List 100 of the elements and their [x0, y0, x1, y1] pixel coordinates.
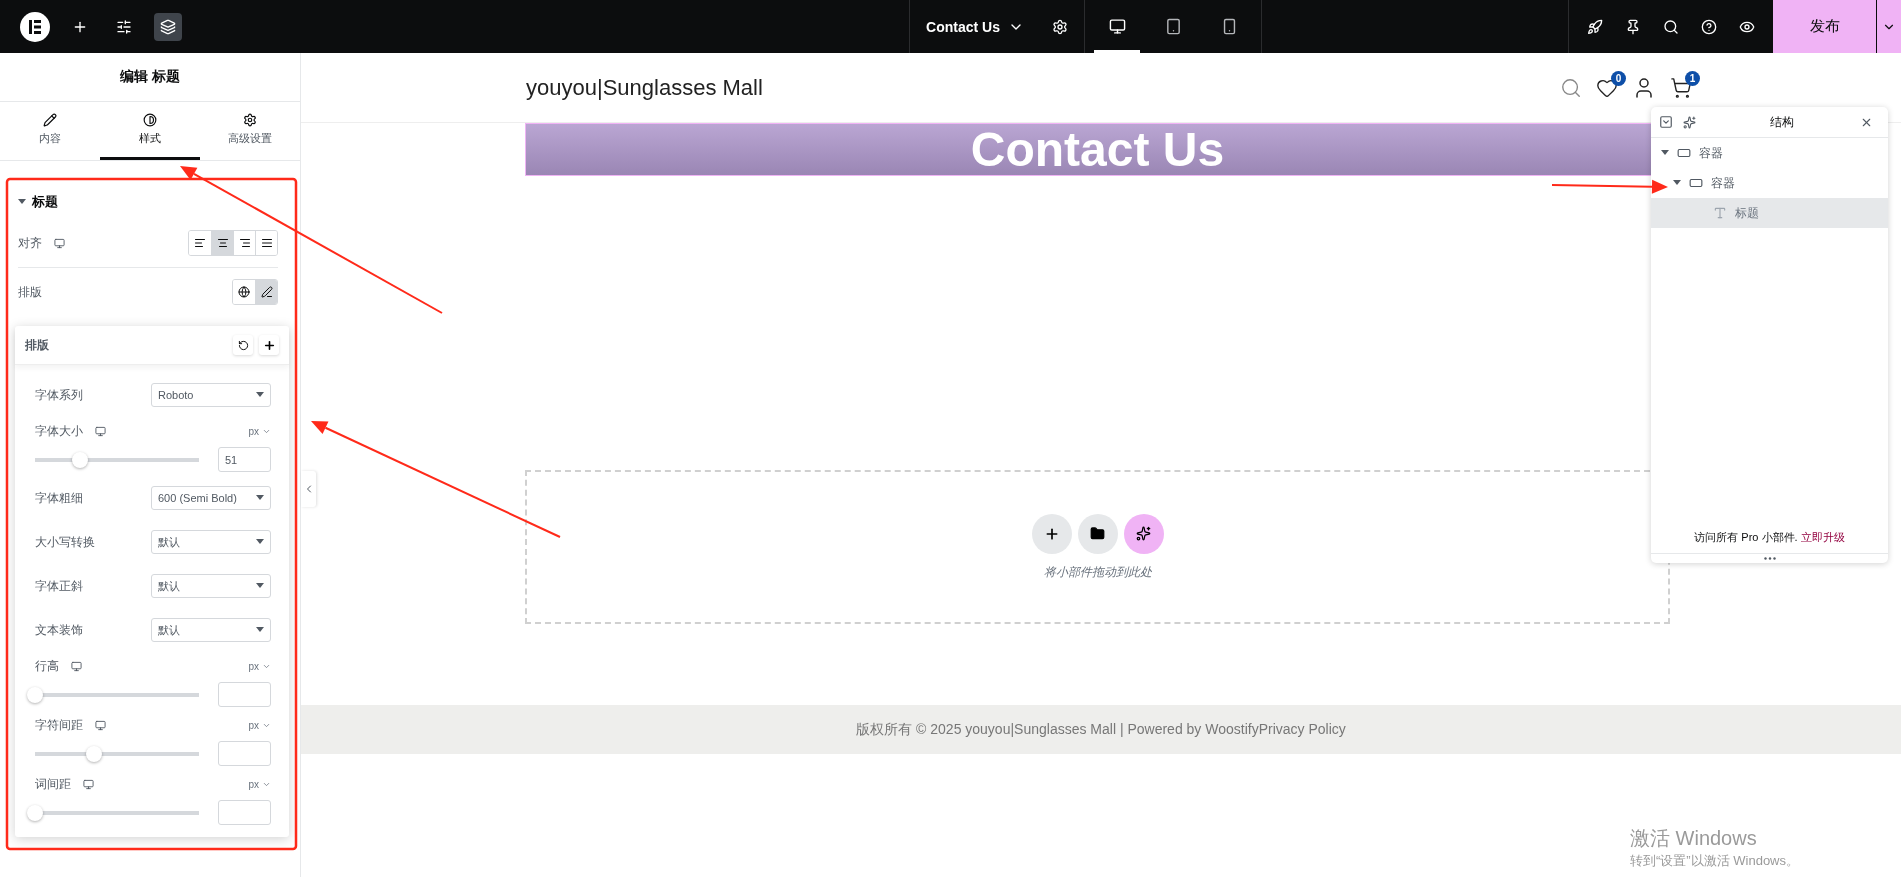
select-field[interactable]: 默认	[151, 618, 271, 642]
unit-selector[interactable]: px	[248, 778, 271, 790]
site-title[interactable]: youyou|Sunglasses Mall	[526, 74, 763, 101]
promo-text: 访问所有 Pro 小部件. 立即升级	[1694, 530, 1845, 545]
container-icon	[1689, 176, 1703, 190]
panel-tab[interactable]: 样式	[100, 102, 200, 160]
tablet-icon	[1164, 18, 1182, 35]
select-field[interactable]: Roboto	[151, 383, 271, 407]
panel-tab[interactable]: 高级设置	[200, 102, 300, 160]
align-center-icon	[216, 237, 229, 249]
slider-thumb[interactable]	[27, 686, 43, 703]
field-label: 词间距	[35, 775, 71, 793]
align-left-icon	[194, 237, 206, 249]
field-label: 字体系列	[35, 386, 83, 404]
pen-icon	[260, 286, 273, 298]
desktop-icon	[1108, 18, 1126, 35]
more-icon[interactable]	[1763, 557, 1776, 560]
tree-item[interactable]: 容器	[1651, 168, 1888, 198]
number-field[interactable]	[218, 682, 271, 707]
caret-icon	[256, 539, 264, 545]
text-icon	[1713, 206, 1727, 220]
slider-thumb[interactable]	[27, 804, 43, 821]
number-field[interactable]	[218, 741, 271, 766]
popover-title: 排版	[25, 336, 49, 354]
caret-icon	[256, 627, 264, 633]
field-label: 大小写转换	[35, 533, 95, 551]
caret-icon[interactable]	[1673, 180, 1681, 186]
rocket-icon[interactable]	[1587, 18, 1603, 35]
reset-icon	[237, 339, 249, 351]
sparkle-icon	[1136, 526, 1151, 541]
field-label: 字体大小	[35, 422, 83, 440]
unit-selector[interactable]: px	[248, 425, 271, 437]
desktop-icon	[71, 660, 82, 672]
dropdown-icon[interactable]	[1659, 115, 1673, 129]
tree-item[interactable]: 容器	[1651, 138, 1888, 168]
select-field[interactable]: 默认	[151, 530, 271, 554]
desktop-icon	[54, 237, 65, 249]
slider-thumb[interactable]	[86, 745, 103, 762]
select-field[interactable]: 默认	[151, 574, 271, 598]
field-label: 字符间距	[35, 716, 83, 734]
number-field[interactable]: 51	[218, 447, 271, 472]
upgrade-link[interactable]: 立即升级	[1800, 531, 1845, 543]
typography-mode[interactable]	[255, 280, 277, 304]
count-badge: 0	[1611, 70, 1626, 86]
field-label: 字体正斜	[35, 577, 83, 595]
align-option[interactable]	[211, 231, 233, 255]
sparkle-icon[interactable]	[1683, 115, 1696, 129]
panel-tab[interactable]: 内容	[0, 102, 100, 160]
activation-title: 激活 Windows	[1630, 826, 1758, 851]
publish-options-button[interactable]	[1876, 0, 1901, 53]
add-button[interactable]	[259, 335, 279, 355]
field-label: 行高	[35, 657, 59, 675]
align-right-icon	[238, 237, 251, 249]
tree-label: 容器	[1699, 144, 1723, 162]
page-heading: Contact Us	[970, 122, 1225, 177]
globe-icon	[238, 286, 250, 298]
structure-title: 结构	[1768, 113, 1795, 131]
slider-thumb[interactable]	[72, 451, 88, 468]
field-label: 对齐	[18, 234, 42, 252]
select-field[interactable]: 600 (Semi Bold)	[151, 486, 271, 510]
caret-icon	[256, 392, 264, 398]
alignment-control[interactable]	[188, 230, 278, 256]
publish-button[interactable]: 发布	[1773, 0, 1876, 53]
desktop-icon	[95, 719, 106, 731]
container-icon	[1677, 146, 1691, 160]
pin-icon[interactable]	[1625, 18, 1641, 35]
help-icon[interactable]	[1701, 18, 1717, 35]
field-label: 排版	[18, 283, 42, 301]
search-icon[interactable]	[1663, 18, 1679, 35]
settings-icon[interactable]	[1052, 18, 1068, 35]
plus-icon	[262, 338, 276, 352]
folder-icon	[1090, 526, 1105, 541]
tree-item[interactable]: 标题	[1651, 198, 1888, 228]
pencil-icon	[43, 113, 57, 127]
tree-label: 标题	[1735, 204, 1759, 222]
page-title-menu[interactable]: Contact Us	[926, 18, 1024, 35]
half-circle-icon	[143, 113, 157, 127]
caret-icon	[256, 495, 264, 501]
reset-button[interactable]	[233, 335, 253, 355]
cart-icon[interactable]	[1670, 76, 1692, 99]
field-label: 字体粗细	[35, 489, 83, 507]
align-option[interactable]	[255, 231, 277, 255]
caret-icon[interactable]	[1661, 150, 1669, 156]
unit-selector[interactable]: px	[248, 719, 271, 731]
caret-icon	[256, 583, 264, 589]
ai-button[interactable]	[1123, 513, 1164, 554]
section-header[interactable]: 标题	[18, 185, 278, 219]
number-field[interactable]	[218, 800, 271, 825]
layers-icon[interactable]	[154, 12, 182, 41]
field-label: 文本装饰	[35, 621, 83, 639]
activation-hint: 转到“设置”以激活 Windows。	[1630, 852, 1799, 870]
panel-title: 编辑 标题	[0, 53, 300, 102]
count-badge: 1	[1685, 70, 1700, 86]
unit-selector[interactable]: px	[248, 660, 271, 672]
footer-text: 版权所有 © 2025 youyou|Sunglasses Mall | Powered by WoostifyPrivacy Policy	[856, 720, 1346, 739]
elementor-logo[interactable]	[20, 11, 50, 42]
align-justify-icon	[260, 237, 273, 249]
desktop-icon	[83, 778, 94, 790]
desktop-icon	[95, 425, 106, 437]
tree-label: 容器	[1711, 174, 1735, 192]
